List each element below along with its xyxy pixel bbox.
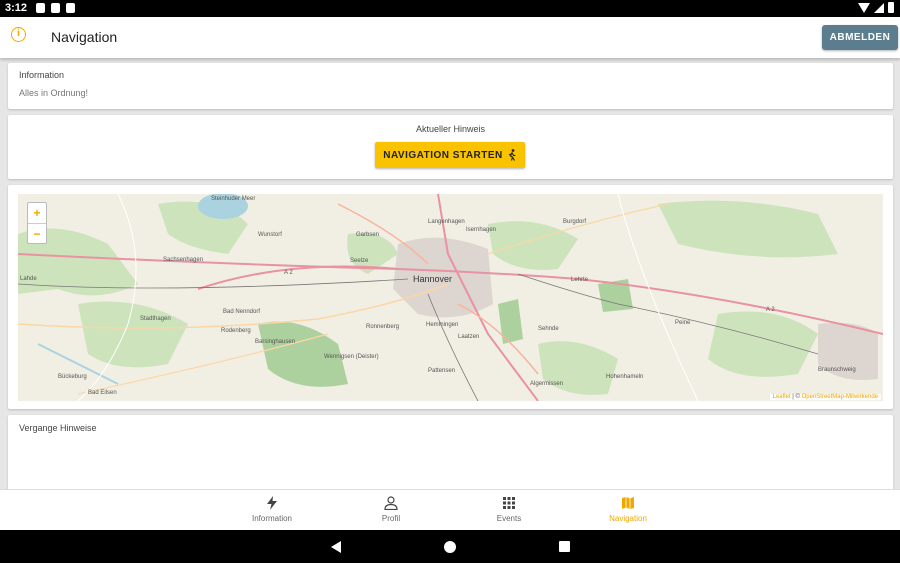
map-city-label: Hannover <box>413 274 453 284</box>
information-value: Alles in Ordnung! <box>19 88 89 98</box>
app-bar: i Navigation ABMELDEN <box>0 17 900 58</box>
notification-icon <box>51 3 60 13</box>
tab-events[interactable]: Events <box>469 490 549 531</box>
map-place-label: Sachsenhagen <box>163 257 204 263</box>
map-place-label: Pattensen <box>428 368 456 374</box>
grid-icon <box>503 497 515 509</box>
map-place-label: Wunstorf <box>258 232 282 238</box>
zoom-in-button[interactable]: + <box>28 203 46 223</box>
map-place-label: Sehnde <box>538 326 559 332</box>
status-time: 3:12 <box>5 2 28 14</box>
tab-information[interactable]: Information <box>232 490 312 531</box>
current-hint-label: Aktueller Hinweis <box>415 124 486 134</box>
information-label: Information <box>19 70 65 80</box>
map-place-label: Garbsen <box>356 232 380 238</box>
map-place-label: Algermissen <box>530 381 564 387</box>
system-navigation-bar <box>0 530 900 563</box>
map-place-label: Laatzen <box>458 334 480 340</box>
map-place-label: Stadthagen <box>140 316 171 322</box>
map-place-label: Wennigsen (Deister) <box>324 354 379 360</box>
recent-apps-icon[interactable] <box>559 541 570 552</box>
leaflet-link[interactable]: Leaflet <box>773 394 791 400</box>
map-place-label: Hohenhameln <box>606 374 644 380</box>
tab-events-label: Events <box>496 514 522 523</box>
map-place-label: Bad Nenndorf <box>223 309 261 315</box>
person-icon <box>384 496 398 510</box>
tab-information-label: Information <box>251 514 293 523</box>
system-icons <box>858 2 894 13</box>
map-place-label: Ronnenberg <box>366 324 400 330</box>
logout-button[interactable]: ABMELDEN <box>822 25 898 50</box>
battery-icon <box>888 2 894 13</box>
map-card: Steinhuder Meer Wunstorf Garbsen Langenh… <box>8 185 893 409</box>
map-view[interactable]: Steinhuder Meer Wunstorf Garbsen Langenh… <box>18 194 883 401</box>
map-place-label: Lahde <box>20 276 37 282</box>
wifi-icon <box>858 2 870 13</box>
map-place-label: Burgdorf <box>563 219 587 225</box>
notification-icon <box>66 3 75 13</box>
back-icon[interactable] <box>331 541 341 553</box>
tab-profil[interactable]: Profil <box>351 490 431 531</box>
map-place-label: Lehrte <box>571 277 589 283</box>
map-place-label: Peine <box>675 320 691 326</box>
information-card: Information Alles in Ordnung! <box>8 63 893 109</box>
zoom-out-button[interactable]: − <box>28 223 46 243</box>
home-icon[interactable] <box>444 541 456 553</box>
page-title: Navigation <box>51 29 118 45</box>
map-place-label: Steinhuder Meer <box>211 196 256 202</box>
signal-icon <box>874 2 884 13</box>
map-place-label: Bückeburg <box>58 374 87 380</box>
map-icon <box>622 497 634 509</box>
map-place-label: Barsinghausen <box>255 339 296 345</box>
map-place-label: Hemmingen <box>426 322 459 328</box>
tab-navigation-label: Navigation <box>609 514 647 523</box>
map-place-label: Isernhagen <box>466 227 497 233</box>
osm-link[interactable]: OpenStreetMap-Mitwirkende <box>802 394 878 400</box>
lightning-icon <box>267 496 277 510</box>
bottom-navigation: Information Profil Events Navigation <box>0 489 900 530</box>
start-navigation-label: NAVIGATION STARTEN <box>383 149 503 161</box>
attribution-separator: | © <box>790 394 802 400</box>
map-place-label: A 2 <box>284 270 293 276</box>
notification-icon <box>36 3 45 13</box>
info-circle-icon[interactable]: i <box>11 27 26 42</box>
status-bar: 3:12 <box>0 0 900 17</box>
map-place-label: Bad Eilsen <box>88 390 117 396</box>
map-zoom-control: + − <box>27 202 47 244</box>
start-navigation-button[interactable]: NAVIGATION STARTEN <box>375 142 525 168</box>
map-attribution: Leaflet | © OpenStreetMap-Mitwirkende <box>769 394 881 400</box>
map-place-label: Rodenberg <box>221 328 251 334</box>
map-place-label: A 2 <box>766 307 775 313</box>
tab-profil-label: Profil <box>381 514 401 523</box>
map-place-label: Braunschweig <box>818 367 856 373</box>
notification-icons <box>36 3 75 13</box>
tab-navigation[interactable]: Navigation <box>588 490 668 531</box>
past-hints-label: Vergange Hinweise <box>19 423 97 433</box>
walking-person-icon <box>508 149 516 161</box>
map-place-label: Seelze <box>350 258 369 264</box>
current-hint-card: Aktueller Hinweis NAVIGATION STARTEN <box>8 115 893 179</box>
map-place-label: Langenhagen <box>428 219 465 225</box>
